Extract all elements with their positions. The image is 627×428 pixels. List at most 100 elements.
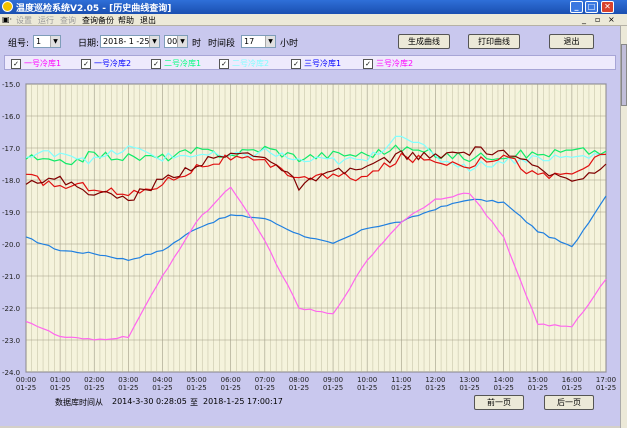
x-tick-date: 01-25 <box>357 384 377 392</box>
date-label: 日期: <box>78 39 100 49</box>
x-tick-label: 01:00 <box>50 376 70 384</box>
group-select-value: 1 <box>36 37 42 46</box>
menu-help[interactable]: 帮助 <box>118 15 134 26</box>
x-tick-date: 01-25 <box>459 384 479 392</box>
menu-bar: ▣· 设置 运行 查询 查询备份 帮助 退出 _ ▫ × <box>0 14 627 26</box>
x-tick-label: 16:00 <box>562 376 582 384</box>
x-tick-date: 01-25 <box>186 384 206 392</box>
legend-item[interactable]: ✓ 三号冷库1 <box>291 58 341 69</box>
x-tick-date: 01-25 <box>425 384 445 392</box>
next-page-button[interactable]: 后一页 <box>544 395 594 410</box>
span-unit: 小时 <box>280 39 299 49</box>
scrollbar-thumb[interactable] <box>621 44 627 106</box>
y-tick-label: -16.0 <box>2 113 20 121</box>
x-tick-label: 06:00 <box>221 376 241 384</box>
chevron-down-icon: ▼ <box>265 36 275 47</box>
span-select[interactable]: 17 ▼ <box>241 35 276 48</box>
minimize-icon[interactable]: _ <box>570 1 583 13</box>
y-tick-label: -18.0 <box>2 177 20 185</box>
x-tick-date: 01-25 <box>289 384 309 392</box>
legend-item[interactable]: ✓ 一号冷库2 <box>81 58 131 69</box>
x-tick-date: 01-25 <box>562 384 582 392</box>
generate-curve-button[interactable]: 生成曲线 <box>398 34 450 49</box>
checkbox[interactable]: ✓ <box>151 58 161 69</box>
x-tick-label: 13:00 <box>459 376 479 384</box>
mdi-close-icon[interactable]: × <box>608 15 615 24</box>
close-icon[interactable]: ✕ <box>601 1 614 13</box>
hour-select[interactable]: 00 ▼ <box>164 35 188 48</box>
y-tick-label: -17.0 <box>2 145 20 153</box>
checkbox[interactable]: ✓ <box>81 58 91 69</box>
legend-label: 三号冷库1 <box>304 59 342 68</box>
hour-select-value: 00 <box>167 37 178 46</box>
x-tick-label: 08:00 <box>289 376 309 384</box>
legend-item[interactable]: ✓ 一号冷库1 <box>11 58 61 69</box>
group-select[interactable]: 1 ▼ <box>33 35 61 48</box>
legend-label: 一号冷库2 <box>94 59 132 68</box>
y-tick-label: -21.0 <box>2 273 20 281</box>
x-tick-date: 01-25 <box>84 384 104 392</box>
mdi-restore-icon[interactable]: ▫ <box>595 15 600 24</box>
y-tick-label: -22.0 <box>2 305 20 313</box>
y-tick-label: -20.0 <box>2 241 20 249</box>
x-tick-label: 04:00 <box>152 376 172 384</box>
range-to: 2018-1-25 17:00:17 <box>203 397 283 406</box>
mdi-icon[interactable]: ▣· <box>2 15 12 24</box>
menu-settings[interactable]: 设置 <box>16 15 32 26</box>
menu-query[interactable]: 查询 <box>60 15 76 26</box>
x-tick-label: 02:00 <box>84 376 104 384</box>
app-window: 温度巡检系统V2.05 - [历史曲线查询] _ □ ✕ ▣· 设置 运行 查询… <box>0 0 627 428</box>
range-to-label: 至 <box>190 398 198 407</box>
date-picker[interactable]: 2018- 1 -25 ▼ <box>100 35 160 48</box>
x-tick-label: 07:00 <box>255 376 275 384</box>
x-tick-label: 15:00 <box>528 376 548 384</box>
x-tick-date: 01-25 <box>152 384 172 392</box>
history-chart: -15.0 -16.0 -17.0 -18.0 -19.0 -20.0 -21.0 -22.0… <box>0 76 618 392</box>
x-tick-label: 14:00 <box>494 376 514 384</box>
legend-item[interactable]: ✓ 二号冷库2 <box>219 58 269 69</box>
hour-unit: 时 <box>192 39 202 49</box>
legend-label: 二号冷库1 <box>164 59 202 68</box>
menu-query-backup[interactable]: 查询备份 <box>82 15 114 26</box>
x-tick-label: 12:00 <box>425 376 445 384</box>
span-label: 时间段 <box>208 39 236 49</box>
x-tick-date: 01-25 <box>493 384 513 392</box>
legend-label: 三号冷库2 <box>376 59 414 68</box>
print-curve-button[interactable]: 打印曲线 <box>468 34 520 49</box>
series-legend: ✓ 一号冷库1 ✓ 一号冷库2 ✓ 二号冷库1 ✓ 二号冷库2 ✓ 三号冷库1 ✓ 三号冷库… <box>4 55 616 70</box>
span-select-value: 17 <box>244 37 255 46</box>
x-tick-date: 01-25 <box>528 384 548 392</box>
mdi-minimize-icon[interactable]: _ <box>582 15 586 24</box>
legend-label: 二号冷库2 <box>232 59 270 68</box>
x-tick-date: 01-25 <box>391 384 411 392</box>
x-tick-date: 01-25 <box>16 384 36 392</box>
range-from: 2014-3-30 0:28:05 <box>112 397 187 406</box>
chevron-down-icon: ▼ <box>149 36 159 47</box>
checkbox[interactable]: ✓ <box>291 58 301 69</box>
prev-page-button[interactable]: 前一页 <box>474 395 524 410</box>
x-tick-label: 17:00 <box>596 376 616 384</box>
x-tick-label: 10:00 <box>357 376 377 384</box>
menu-run[interactable]: 运行 <box>38 15 54 26</box>
app-icon <box>2 1 13 12</box>
checkbox[interactable]: ✓ <box>363 58 373 69</box>
menu-exit[interactable]: 退出 <box>140 15 156 26</box>
maximize-icon[interactable]: □ <box>585 1 598 13</box>
x-tick-date: 01-25 <box>323 384 343 392</box>
x-tick-date: 01-25 <box>596 384 616 392</box>
x-tick-label: 09:00 <box>323 376 343 384</box>
range-label: 数据库时间从 <box>55 398 103 407</box>
exit-button[interactable]: 退出 <box>549 34 594 49</box>
vertical-scrollbar[interactable] <box>620 26 627 428</box>
x-tick-label: 00:00 <box>16 376 36 384</box>
x-tick-label: 11:00 <box>391 376 411 384</box>
x-tick-label: 03:00 <box>118 376 138 384</box>
legend-item[interactable]: ✓ 二号冷库1 <box>151 58 201 69</box>
checkbox[interactable]: ✓ <box>11 58 21 69</box>
y-tick-label: -23.0 <box>2 337 20 345</box>
x-tick-date: 01-25 <box>255 384 275 392</box>
legend-item[interactable]: ✓ 三号冷库2 <box>363 58 413 69</box>
x-tick-date: 01-25 <box>50 384 70 392</box>
checkbox[interactable]: ✓ <box>219 58 229 69</box>
title-bar: 温度巡检系统V2.05 - [历史曲线查询] _ □ ✕ <box>0 0 627 14</box>
